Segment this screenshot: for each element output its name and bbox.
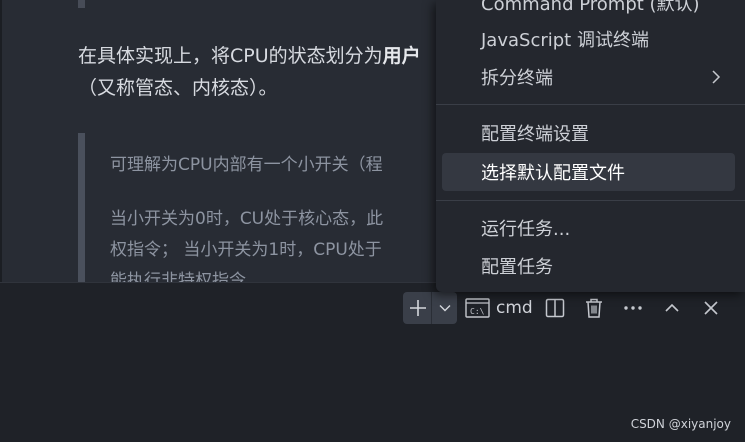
kill-terminal-button[interactable] <box>582 291 606 325</box>
blockquote-bar <box>78 133 85 282</box>
menu-item-label: 选择默认配置文件 <box>481 163 625 184</box>
menu-item-run-task[interactable]: 运行任务... <box>442 209 735 247</box>
close-panel-button[interactable] <box>699 291 723 325</box>
maximize-panel-button[interactable] <box>660 291 684 325</box>
menu-item-command-prompt[interactable]: Command Prompt (默认) <box>442 0 735 22</box>
trash-icon <box>586 298 602 318</box>
chevron-up-icon <box>665 303 679 312</box>
blockquote-bar-top <box>78 0 85 8</box>
menu-item-label: 配置任务 <box>481 257 553 278</box>
terminal-tab-cmd[interactable]: C:\ cmd <box>465 291 535 325</box>
menu-item-configure-tasks[interactable]: 配置任务 <box>442 247 735 285</box>
paragraph-text-line2: （又称管态、内核态）。 <box>78 77 278 99</box>
chevron-right-icon <box>712 70 721 84</box>
paragraph-bold-text: 用户 <box>382 45 421 67</box>
menu-item-label: Command Prompt (默认) <box>481 0 700 15</box>
watermark: CSDN @xiyanjoy <box>630 417 731 431</box>
paragraph: 在具体实现上，将CPU的状态划分为用户 （又称管态、内核态）。 <box>78 40 498 104</box>
editor-border <box>0 0 2 282</box>
menu-separator <box>436 200 745 201</box>
svg-text:C:\: C:\ <box>470 307 485 316</box>
menu-item-split-terminal[interactable]: 拆分终端 <box>442 58 735 96</box>
blockquote-line: 可理解为CPU内部有一个小开关（程 <box>110 155 383 175</box>
menu-item-label: JavaScript 调试终端 <box>481 30 649 51</box>
ellipsis-icon <box>624 306 642 310</box>
launch-profile-menu: Command Prompt (默认) JavaScript 调试终端 拆分终端… <box>436 0 745 292</box>
chevron-down-icon <box>439 305 451 312</box>
paragraph-text: 在具体实现上，将CPU的状态划分为 <box>78 45 383 67</box>
launch-profile-button[interactable] <box>433 291 457 325</box>
menu-item-select-default-profile[interactable]: 选择默认配置文件 <box>442 153 735 191</box>
split-icon <box>545 298 565 318</box>
menu-separator <box>436 104 745 105</box>
more-actions-button[interactable] <box>621 291 645 325</box>
blockquote-line: 能执行非特权指令。 <box>110 271 263 282</box>
menu-item-javascript-debug-terminal[interactable]: JavaScript 调试终端 <box>442 20 735 58</box>
terminal-name: cmd <box>496 298 533 318</box>
blockquote-line: 当小开关为0时，CU处于核心态，此 <box>110 209 384 229</box>
new-terminal-button[interactable] <box>405 291 431 325</box>
plus-icon <box>410 300 426 316</box>
close-icon <box>704 301 718 315</box>
terminal-icon: C:\ <box>465 298 490 318</box>
menu-item-label: 拆分终端 <box>481 68 553 89</box>
menu-item-configure-terminal-settings[interactable]: 配置终端设置 <box>442 114 735 152</box>
blockquote-line: 权指令； 当小开关为1时，CPU处于 <box>110 240 382 260</box>
menu-item-label: 配置终端设置 <box>481 124 589 145</box>
split-terminal-button[interactable] <box>543 291 567 325</box>
menu-item-label: 运行任务... <box>481 219 571 240</box>
toolbar-divider <box>431 292 432 324</box>
